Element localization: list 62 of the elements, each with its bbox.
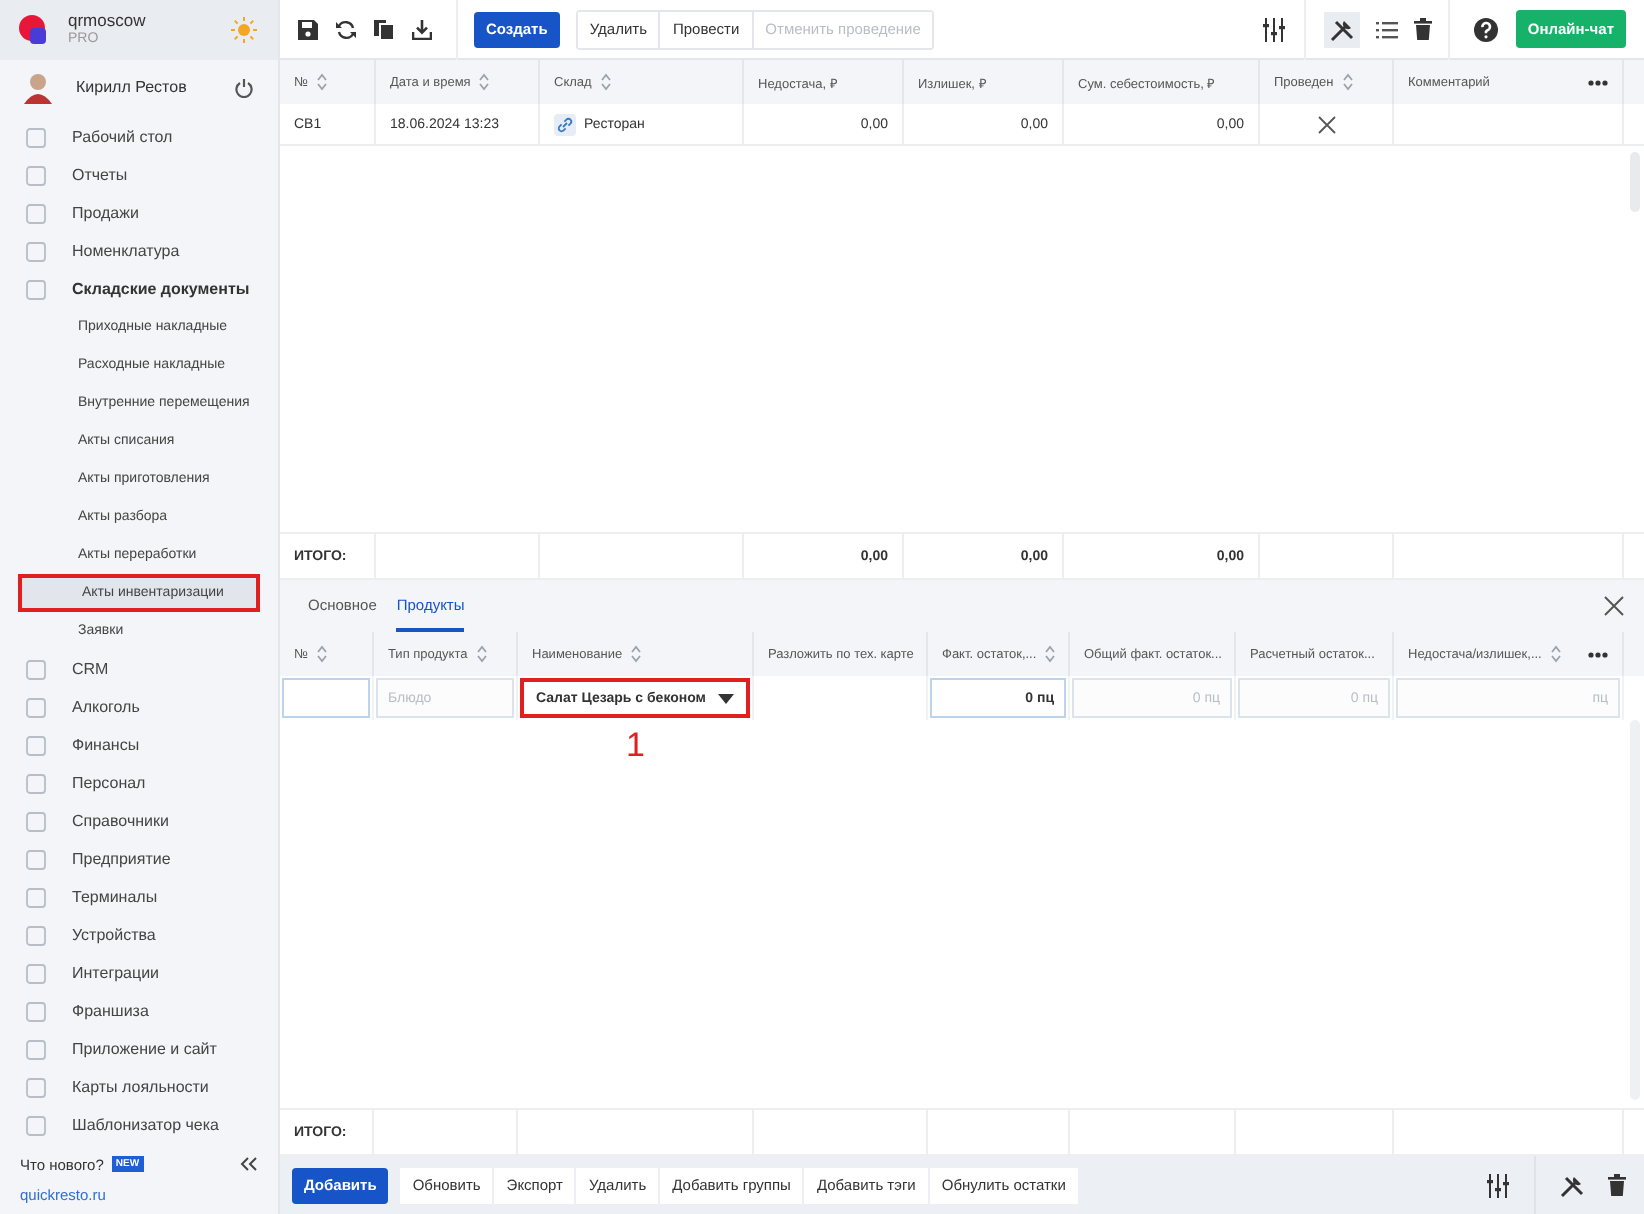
square-icon (26, 127, 46, 147)
square-icon (26, 773, 46, 793)
tools-button[interactable] (1323, 11, 1360, 47)
square-icon (26, 659, 46, 679)
sidebar-item[interactable]: Рабочий стол (0, 118, 278, 156)
sidebar-item[interactable]: Продажи (0, 194, 278, 232)
square-icon (26, 887, 46, 907)
sidebar-item[interactable]: Отчеты (0, 156, 278, 194)
sidebar-item[interactable]: Приложение и сайт (0, 1030, 278, 1068)
sidebar-item[interactable]: Шаблонизатор чека (0, 1106, 278, 1144)
collapse-icon[interactable] (240, 1156, 258, 1172)
help-icon[interactable] (1473, 17, 1498, 41)
square-icon (26, 203, 46, 223)
square-icon (26, 925, 46, 945)
sidebar-item[interactable]: Номенклатура (0, 232, 278, 270)
square-icon (26, 165, 46, 185)
square-icon (26, 1039, 46, 1059)
close-icon[interactable] (1604, 596, 1624, 616)
square-icon (26, 811, 46, 831)
list-icon[interactable] (1375, 19, 1398, 39)
sidebar-item[interactable]: Интеграции (0, 954, 278, 992)
tools-icon[interactable] (1560, 1173, 1584, 1197)
link-icon (554, 113, 576, 135)
save-icon[interactable] (298, 19, 318, 39)
user-name: Кирилл Рестов (76, 78, 189, 96)
sidebar-item[interactable]: Устройства (0, 916, 278, 954)
sidebar-item[interactable]: Алкоголь (0, 688, 278, 726)
sidebar-item[interactable]: Терминалы (0, 878, 278, 916)
trash-icon[interactable] (1608, 1174, 1626, 1196)
sidebar-item[interactable]: Франшиза (0, 992, 278, 1030)
more-icon[interactable] (1588, 651, 1608, 657)
square-icon (26, 241, 46, 261)
square-icon (26, 697, 46, 717)
brand-name: qrmoscow (68, 12, 148, 30)
square-icon (26, 1077, 46, 1097)
sidebar-item[interactable]: CRM (0, 650, 278, 688)
trash-icon[interactable] (1413, 18, 1432, 40)
logo-icon (18, 14, 50, 46)
more-icon[interactable] (1588, 79, 1608, 85)
sidebar-item[interactable]: Персонал (0, 764, 278, 802)
avatar-icon (24, 71, 52, 103)
square-icon (26, 963, 46, 983)
square-icon (26, 279, 46, 299)
sidebar-item[interactable]: Предприятие (0, 840, 278, 878)
power-icon[interactable] (234, 77, 254, 97)
input-field[interactable] (282, 678, 370, 718)
sidebar-item[interactable]: Карты лояльности (0, 1068, 278, 1106)
square-icon (26, 1115, 46, 1135)
square-icon (26, 735, 46, 755)
download-icon[interactable] (412, 19, 432, 39)
sidebar-item[interactable]: Складские документы (0, 270, 278, 308)
square-icon (26, 1001, 46, 1021)
refresh-icon[interactable] (336, 19, 356, 39)
annotation-number: 1 (626, 728, 645, 762)
sidebar-item[interactable]: Финансы (0, 726, 278, 764)
tools-icon (1329, 17, 1354, 41)
sliders-icon[interactable] (1261, 17, 1286, 41)
sidebar-item[interactable]: Справочники (0, 802, 278, 840)
caret-icon (718, 693, 734, 703)
square-icon (26, 849, 46, 869)
sliders-icon[interactable] (1486, 1173, 1510, 1197)
copy-icon[interactable] (374, 19, 394, 39)
